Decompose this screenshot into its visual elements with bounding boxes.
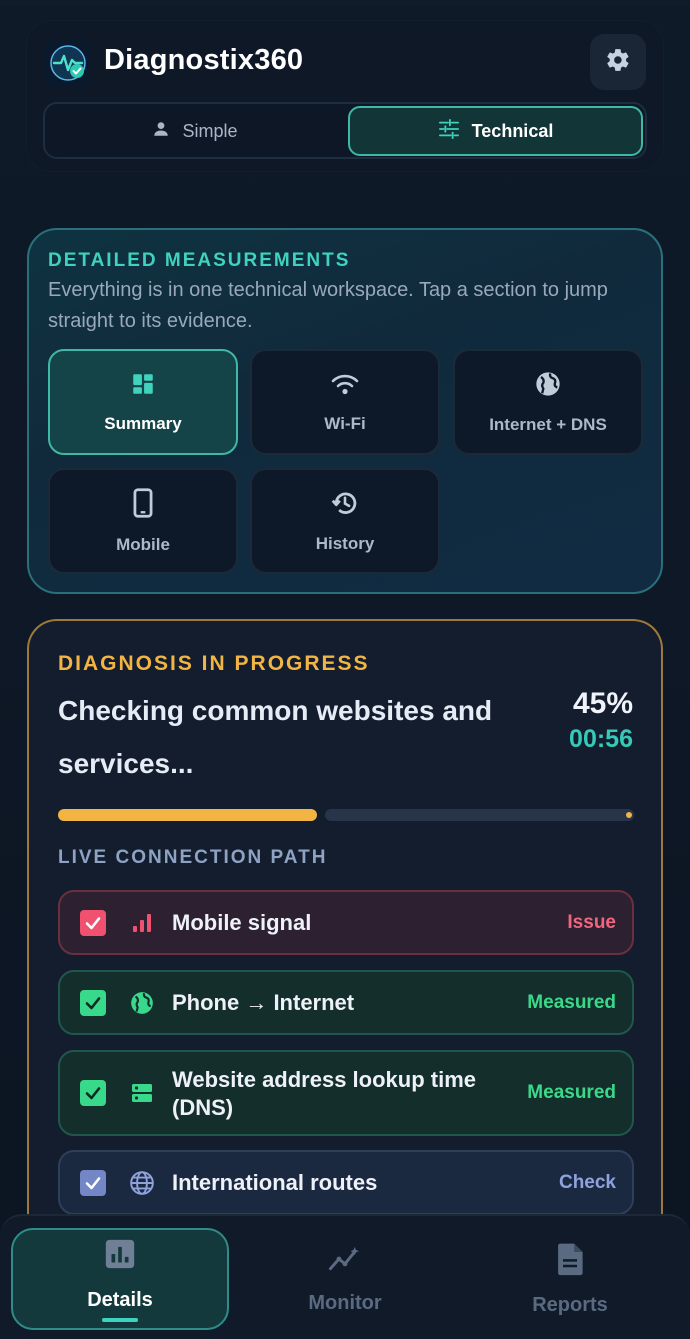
dns-icon <box>128 1079 156 1107</box>
dashboard-icon <box>130 371 156 402</box>
nav-details-label: Details <box>87 1288 153 1311</box>
measurements-eyebrow: DETAILED MEASUREMENTS <box>48 250 351 271</box>
world-grid-icon <box>128 1169 156 1197</box>
tile-history[interactable]: History <box>250 468 440 574</box>
tile-mobile-label: Mobile <box>116 534 170 554</box>
tile-summary-label: Summary <box>104 413 182 433</box>
sliders-icon <box>438 118 460 144</box>
settings-button[interactable] <box>590 34 646 90</box>
diagnosis-progress-bar <box>58 809 634 821</box>
header-card: Diagnostix360 Simple Technical <box>27 21 663 171</box>
tile-summary[interactable]: Summary <box>48 349 238 455</box>
step-label: Phone → Internet <box>172 990 355 1015</box>
check-icon <box>80 1170 106 1196</box>
path-step-dns[interactable]: Website address lookup time (DNS) Measur… <box>58 1050 634 1136</box>
step-status: Measured <box>527 992 616 1013</box>
nav-reports-label: Reports <box>532 1293 608 1316</box>
step-label: Website address lookup time (DNS) <box>172 1067 477 1120</box>
mode-simple-button[interactable]: Simple <box>47 106 343 156</box>
mode-simple-label: Simple <box>182 120 238 141</box>
bottom-navigation: Details Monitor Reports <box>0 1214 690 1339</box>
nav-monitor-label: Monitor <box>308 1291 382 1314</box>
diagnosis-title: Checking common websites and services... <box>58 695 493 779</box>
signal-bars-icon <box>128 909 156 937</box>
tile-wifi[interactable]: Wi-Fi <box>250 349 440 455</box>
progress-end-dot <box>626 812 632 818</box>
bar-chart-icon <box>103 1237 137 1277</box>
step-status: Check <box>558 1172 616 1193</box>
trend-icon <box>328 1244 362 1280</box>
diagnosis-timer: 00:56 <box>569 725 633 753</box>
tile-wifi-label: Wi-Fi <box>324 413 366 433</box>
path-step-phone-internet[interactable]: Phone → Internet Measured <box>58 970 634 1035</box>
path-step-mobile-signal[interactable]: Mobile signal Issue <box>58 890 634 955</box>
nav-details[interactable]: Details <box>11 1228 229 1330</box>
tile-mobile[interactable]: Mobile <box>48 468 238 574</box>
nav-monitor[interactable]: Monitor <box>236 1228 454 1330</box>
nav-reports[interactable]: Reports <box>461 1228 679 1330</box>
check-icon <box>80 1080 106 1106</box>
status-strip <box>0 0 690 6</box>
step-label: International routes <box>172 1170 378 1195</box>
check-icon <box>80 990 106 1016</box>
app-title: Diagnostix360 <box>104 44 304 76</box>
measurements-description: Everything is in one technical workspace… <box>48 279 608 332</box>
diagnosis-percent: 45% <box>572 687 633 720</box>
network-check-logo <box>44 39 92 87</box>
globe-icon <box>534 370 562 403</box>
history-icon <box>331 489 359 522</box>
diagnosis-eyebrow: DIAGNOSIS IN PROGRESS <box>58 652 370 675</box>
mode-technical-label: Technical <box>471 120 554 141</box>
path-step-international-routes[interactable]: International routes Check <box>58 1150 634 1215</box>
path-eyebrow: LIVE CONNECTION PATH <box>58 847 328 868</box>
app-screen: Diagnostix360 Simple Technical DETAILED … <box>0 0 690 1339</box>
tile-history-label: History <box>315 533 375 553</box>
wifi-icon <box>330 371 360 402</box>
step-status: Measured <box>527 1082 616 1103</box>
measurements-card: DETAILED MEASUREMENTS Everything is in o… <box>27 228 663 594</box>
tile-internet-dns-label: Internet + DNS <box>489 414 607 434</box>
globe-icon <box>128 989 156 1017</box>
progress-fill <box>58 809 317 821</box>
active-indicator <box>102 1317 138 1322</box>
mode-technical-button[interactable]: Technical <box>348 106 643 156</box>
gear-icon <box>605 47 631 78</box>
document-icon <box>556 1242 584 1282</box>
check-icon <box>80 910 106 936</box>
tile-internet-dns[interactable]: Internet + DNS <box>453 349 643 455</box>
phone-icon <box>132 487 154 523</box>
mode-toggle: Simple Technical <box>43 102 647 159</box>
person-icon <box>152 120 170 143</box>
step-label: Mobile signal <box>172 910 312 935</box>
step-status: Issue <box>567 912 616 933</box>
progress-remaining <box>325 809 634 821</box>
